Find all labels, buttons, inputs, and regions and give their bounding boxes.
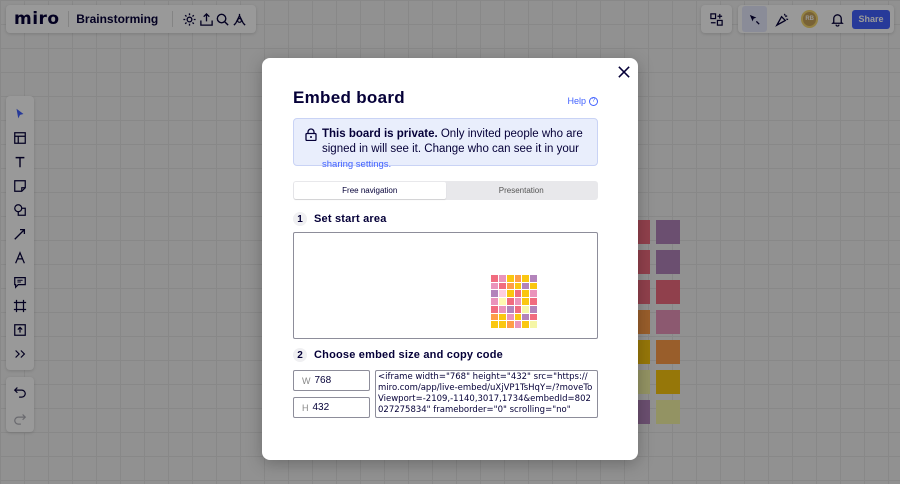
thumbnail-sticky (514, 298, 522, 305)
step-start-area: 1 Set start area (293, 212, 387, 226)
thumbnail-sticky (491, 305, 498, 313)
private-notice-title: This board is private. (322, 128, 438, 140)
embed-mode-tabs: Free navigation Presentation (293, 181, 598, 200)
thumbnail-sticky (498, 313, 506, 321)
thumbnail-sticky (506, 275, 514, 282)
private-board-notice: This board is private. Only invited peop… (293, 118, 598, 170)
thumbnail-sticky (514, 313, 522, 321)
help-link[interactable]: Help ? (567, 96, 598, 106)
step-embed-size: 2 Choose embed size and copy code (293, 348, 503, 362)
thumbnail-sticky (514, 290, 522, 298)
thumbnail-sticky (522, 275, 530, 282)
thumbnail-sticky (522, 290, 530, 298)
lock-icon (305, 128, 317, 141)
thumbnail-sticky (498, 321, 506, 328)
thumbnail-sticky (530, 321, 537, 328)
step-label: Choose embed size and copy code (314, 349, 503, 361)
thumbnail-sticky (498, 282, 506, 290)
thumbnail-sticky (491, 313, 498, 321)
thumbnail-sticky (498, 298, 506, 305)
thumbnail-sticky (514, 305, 522, 313)
thumbnail-sticky (514, 321, 522, 328)
thumbnail-sticky (506, 282, 514, 290)
thumbnail-sticky (522, 321, 530, 328)
thumbnail-sticky (514, 282, 522, 290)
thumbnail-sticky (530, 282, 537, 290)
thumbnail-sticky (522, 282, 530, 290)
thumbnail-sticky (530, 298, 537, 305)
step-label: Set start area (314, 213, 387, 225)
board-thumbnail (491, 275, 537, 328)
thumbnail-sticky (506, 313, 514, 321)
thumbnail-sticky (491, 282, 498, 290)
embed-board-dialog: Embed board Help ? This board is private… (262, 58, 638, 460)
thumbnail-sticky (522, 298, 530, 305)
thumbnail-sticky (514, 275, 522, 282)
tab-presentation[interactable]: Presentation (446, 182, 598, 199)
thumbnail-sticky (498, 275, 506, 282)
thumbnail-sticky (506, 298, 514, 305)
thumbnail-sticky (491, 275, 498, 282)
embed-code-textarea[interactable]: <iframe width="768" height="432" src="ht… (375, 370, 598, 418)
sharing-settings-link[interactable]: sharing settings. (322, 159, 391, 170)
width-field[interactable]: W 768 (293, 370, 370, 391)
close-icon[interactable] (616, 64, 632, 80)
height-field[interactable]: H 432 (293, 397, 370, 418)
width-label: W (302, 375, 311, 386)
thumbnail-sticky (522, 313, 530, 321)
step-number: 2 (293, 348, 307, 362)
step-number: 1 (293, 212, 307, 226)
height-label: H (302, 402, 309, 413)
thumbnail-sticky (498, 305, 506, 313)
thumbnail-sticky (498, 290, 506, 298)
help-label: Help (567, 96, 586, 106)
thumbnail-sticky (530, 313, 537, 321)
height-value: 432 (312, 402, 330, 413)
thumbnail-sticky (506, 305, 514, 313)
thumbnail-sticky (491, 298, 498, 305)
dialog-title: Embed board (293, 88, 405, 107)
thumbnail-sticky (530, 275, 537, 282)
width-value: 768 (314, 375, 332, 386)
thumbnail-sticky (506, 321, 514, 328)
thumbnail-sticky (530, 290, 537, 298)
thumbnail-sticky (491, 321, 498, 328)
thumbnail-sticky (491, 290, 498, 298)
thumbnail-sticky (530, 305, 537, 313)
start-area-preview[interactable] (293, 232, 598, 339)
tab-free-navigation[interactable]: Free navigation (294, 182, 446, 199)
thumbnail-sticky (522, 305, 530, 313)
help-icon: ? (589, 96, 598, 106)
thumbnail-sticky (506, 290, 514, 298)
